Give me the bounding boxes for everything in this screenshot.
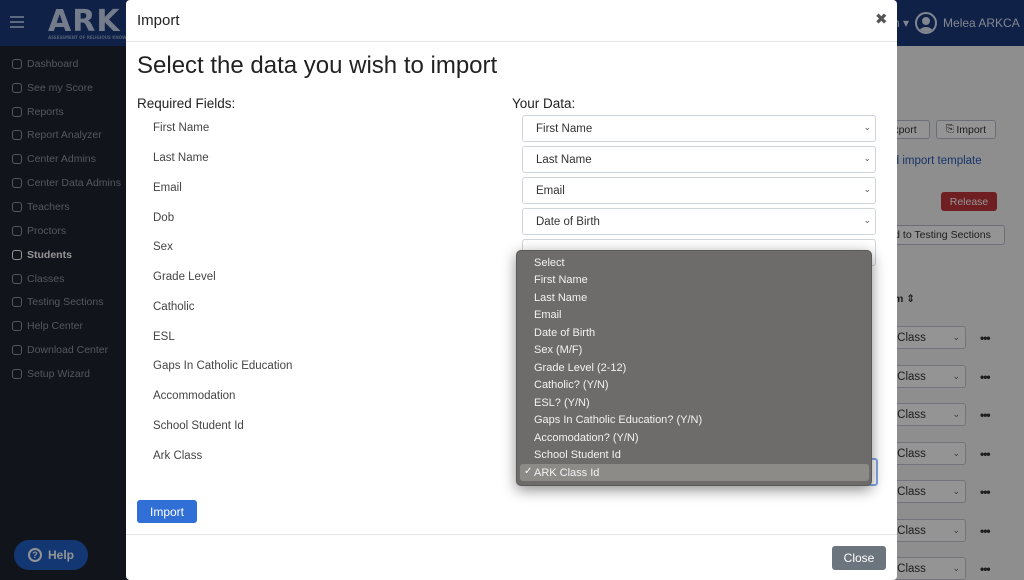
mapping-select-first-name[interactable]: First Name ⌄	[522, 115, 876, 142]
dropdown-option[interactable]: Sex (M/F)	[520, 341, 869, 358]
field-label-sex: Sex	[153, 241, 173, 253]
close-button[interactable]: Close	[832, 546, 886, 570]
field-label-dob: Dob	[153, 212, 175, 224]
required-fields-header: Required Fields:	[137, 96, 236, 111]
dropdown-option[interactable]: Last Name	[520, 289, 869, 306]
dropdown-option[interactable]: Catholic? (Y/N)	[520, 376, 869, 393]
field-label-last-name: Last Name	[153, 152, 209, 164]
field-label-ark-class: Ark Class	[153, 450, 203, 462]
your-data-header: Your Data:	[512, 96, 576, 111]
dropdown-option-selected[interactable]: ✓ ARK Class Id	[520, 464, 869, 481]
chevron-down-icon: ⌄	[863, 215, 871, 225]
dropdown-option[interactable]: Grade Level (2-12)	[520, 359, 869, 376]
dropdown-option[interactable]: First Name	[520, 271, 869, 288]
field-label-first-name: First Name	[153, 122, 210, 134]
field-label-accommodation: Accommodation	[153, 390, 236, 402]
chevron-down-icon: ⌄	[863, 184, 871, 194]
checkmark-icon: ✓	[524, 466, 533, 477]
modal-footer-divider	[126, 534, 897, 535]
import-button[interactable]: Import	[137, 500, 197, 523]
field-label-email: Email	[153, 182, 182, 194]
mapping-select-last-name[interactable]: Last Name ⌄	[522, 146, 876, 173]
dropdown-option[interactable]: Date of Birth	[520, 324, 869, 341]
dropdown-option[interactable]: Email	[520, 306, 869, 323]
dropdown-option[interactable]: Gaps In Catholic Education? (Y/N)	[520, 411, 869, 428]
modal-header: Import ✖	[126, 0, 897, 42]
field-label-catholic: Catholic	[153, 301, 195, 313]
dropdown-option[interactable]: School Student Id	[520, 446, 869, 463]
chevron-down-icon: ⌄	[863, 153, 871, 163]
chevron-down-icon: ⌄	[863, 122, 871, 132]
dropdown-option[interactable]: ESL? (Y/N)	[520, 394, 869, 411]
mapping-select-email[interactable]: Email ⌄	[522, 177, 876, 204]
field-label-esl: ESL	[153, 331, 175, 343]
field-label-grade-level: Grade Level	[153, 271, 216, 283]
page-title: Select the data you wish to import	[137, 52, 498, 79]
field-label-school-student-id: School Student Id	[153, 420, 244, 432]
dropdown-option[interactable]: Select	[520, 254, 869, 271]
dropdown-option[interactable]: Accomodation? (Y/N)	[520, 429, 869, 446]
field-label-gaps-in-catholic-education: Gaps In Catholic Education	[153, 360, 293, 372]
modal-title: Import	[137, 12, 180, 29]
select-dropdown-menu: Select First Name Last Name Email Date o…	[516, 250, 872, 486]
close-icon[interactable]: ✖	[875, 10, 888, 28]
mapping-select-dob[interactable]: Date of Birth ⌄	[522, 208, 876, 235]
